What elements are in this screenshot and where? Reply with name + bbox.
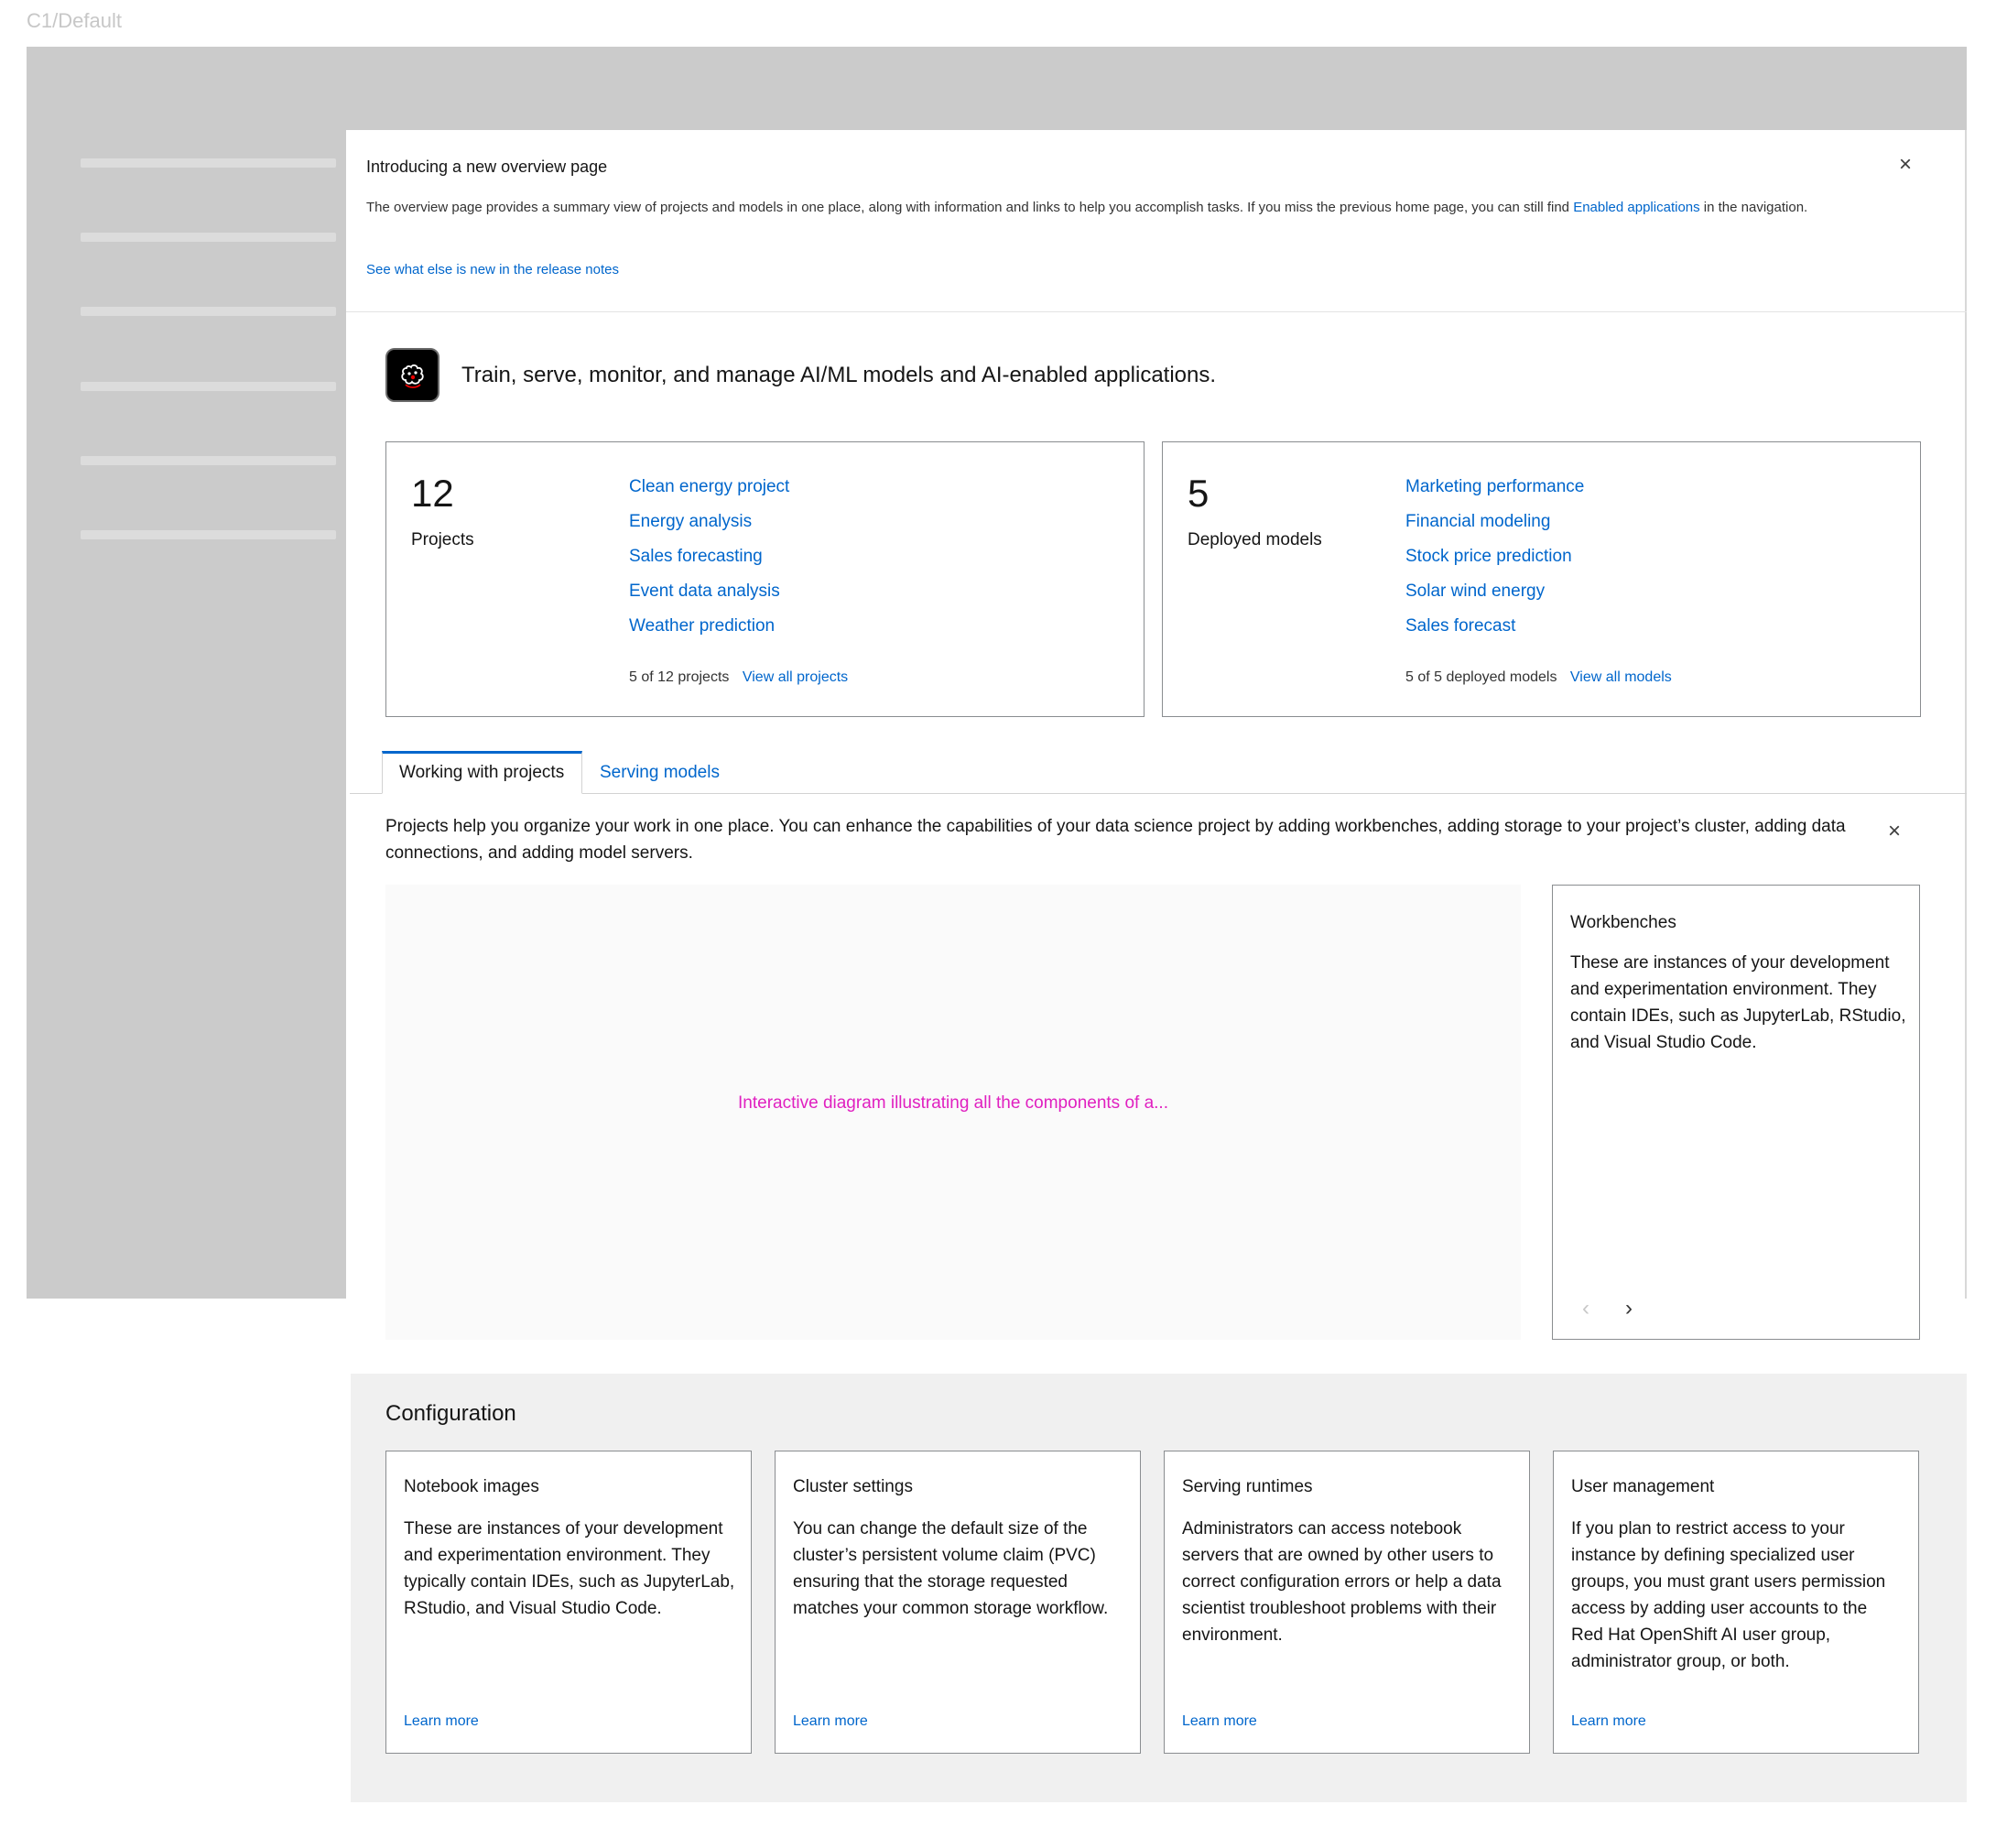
close-icon[interactable]: × [1888, 819, 1901, 844]
project-link[interactable]: Sales forecasting [629, 539, 789, 574]
interactive-diagram[interactable]: Interactive diagram illustrating all the… [385, 885, 1521, 1340]
projects-card: 12 Projects Clean energy project Energy … [385, 441, 1145, 717]
nav-placeholder-2 [81, 233, 336, 242]
models-list: Marketing performance Financial modeling… [1405, 470, 1584, 644]
projects-label: Projects [411, 530, 474, 549]
config-card-serving-runtimes: Serving runtimes Administrators can acce… [1164, 1451, 1530, 1754]
models-card: 5 Deployed models Marketing performance … [1162, 441, 1921, 717]
nav-placeholder-1 [81, 158, 336, 168]
side-card-title: Workbenches [1570, 913, 1676, 932]
config-card-title: Cluster settings [793, 1477, 913, 1496]
banner-body-text: The overview page provides a summary vie… [366, 200, 1570, 215]
config-card-cluster-settings: Cluster settings You can change the defa… [775, 1451, 1141, 1754]
config-card-body: You can change the default size of the c… [793, 1519, 1109, 1618]
config-card-title: Notebook images [404, 1477, 539, 1496]
enabled-applications-link[interactable]: Enabled applications [1573, 200, 1699, 215]
tab-working-with-projects[interactable]: Working with projects [382, 751, 582, 794]
config-card-title: User management [1571, 1477, 1715, 1496]
learn-more-link[interactable]: Learn more [404, 1713, 479, 1730]
banner-title: Introducing a new overview page [366, 158, 608, 176]
view-all-models-link[interactable]: View all models [1570, 669, 1672, 685]
project-link[interactable]: Clean energy project [629, 470, 789, 505]
learn-more-link[interactable]: Learn more [793, 1713, 868, 1730]
intro-banner: Introducing a new overview page × The ov… [346, 130, 1967, 312]
models-footer: 5 of 5 deployed models View all models [1405, 669, 1672, 686]
nav-placeholder-6 [81, 530, 336, 539]
config-card-body: If you plan to restrict access to your i… [1571, 1519, 1886, 1671]
view-all-projects-link[interactable]: View all projects [743, 669, 848, 685]
learn-more-link[interactable]: Learn more [1571, 1713, 1646, 1730]
project-link[interactable]: Energy analysis [629, 505, 789, 539]
projects-footer: 5 of 12 projects View all projects [629, 669, 848, 686]
model-link[interactable]: Marketing performance [1405, 470, 1584, 505]
close-icon[interactable]: × [1899, 152, 1912, 178]
config-card-body: These are instances of your development … [404, 1519, 735, 1618]
release-notes-link[interactable]: See what else is new in the release note… [366, 262, 619, 277]
chevron-right-icon[interactable]: › [1625, 1296, 1633, 1321]
frame-label: C1/Default [27, 9, 122, 32]
config-card-notebook-images: Notebook images These are instances of y… [385, 1451, 752, 1754]
nav-placeholder-3 [81, 307, 336, 316]
workbenches-card: Workbenches These are instances of your … [1552, 885, 1920, 1340]
projects-count: 12 [411, 472, 454, 515]
model-link[interactable]: Stock price prediction [1405, 539, 1584, 574]
chevron-left-icon[interactable]: ‹ [1582, 1296, 1589, 1321]
brain-logo-icon [385, 348, 439, 402]
nav-placeholder-4 [81, 382, 336, 391]
models-label: Deployed models [1188, 530, 1322, 549]
tab-description: Projects help you organize your work in … [385, 817, 1846, 863]
nav-placeholder-5 [81, 456, 336, 465]
projects-summary: 5 of 12 projects [629, 669, 730, 685]
config-card-title: Serving runtimes [1182, 1477, 1313, 1496]
configuration-section: Configuration Notebook images These are … [351, 1374, 1967, 1802]
config-card-user-management: User management If you plan to restrict … [1553, 1451, 1919, 1754]
tab-bar: Working with projects Serving models [350, 751, 1967, 794]
project-link[interactable]: Weather prediction [629, 609, 789, 644]
page-headline: Train, serve, monitor, and manage AI/ML … [461, 363, 1217, 387]
model-link[interactable]: Financial modeling [1405, 505, 1584, 539]
banner-body: The overview page provides a summary vie… [366, 196, 1923, 219]
configuration-title: Configuration [385, 1401, 516, 1426]
models-count: 5 [1188, 472, 1210, 515]
project-link[interactable]: Event data analysis [629, 574, 789, 609]
tab-serving-models[interactable]: Serving models [600, 751, 720, 794]
config-card-body: Administrators can access notebook serve… [1182, 1519, 1502, 1645]
model-link[interactable]: Sales forecast [1405, 609, 1584, 644]
diagram-placeholder-text: Interactive diagram illustrating all the… [738, 1093, 1168, 1113]
model-link[interactable]: Solar wind energy [1405, 574, 1584, 609]
models-summary: 5 of 5 deployed models [1405, 669, 1557, 685]
banner-body-suffix: in the navigation. [1703, 200, 1808, 215]
learn-more-link[interactable]: Learn more [1182, 1713, 1257, 1730]
side-card-body: These are instances of your development … [1570, 953, 1906, 1052]
projects-list: Clean energy project Energy analysis Sal… [629, 470, 789, 644]
